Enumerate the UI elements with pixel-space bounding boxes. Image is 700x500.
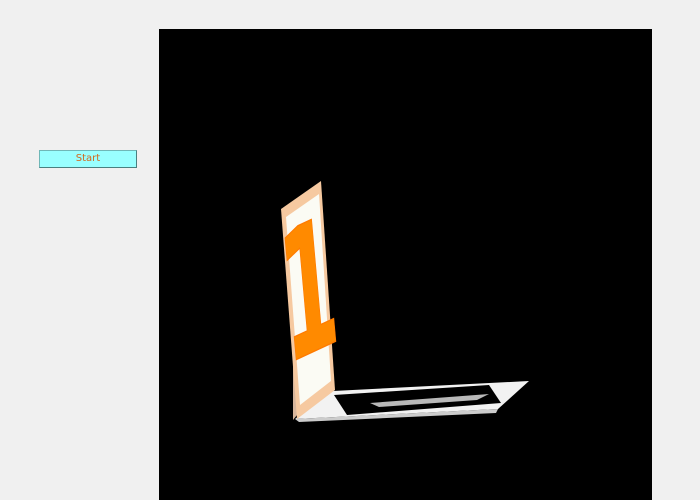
3d-viewport[interactable]: 1 <box>159 29 652 500</box>
card-glyph: 1 <box>272 175 344 405</box>
3d-scene: 1 <box>272 175 529 422</box>
standing-card: 1 <box>272 175 345 420</box>
start-button[interactable]: Start <box>39 150 137 168</box>
